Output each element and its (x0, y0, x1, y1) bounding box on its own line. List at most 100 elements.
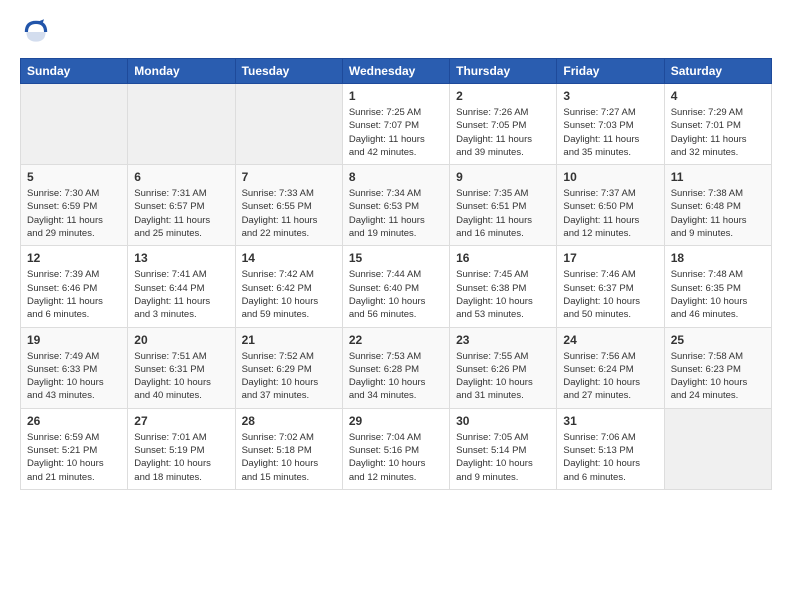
day-number: 11 (671, 170, 765, 184)
day-info: Sunrise: 7:42 AMSunset: 6:42 PMDaylight:… (242, 268, 336, 321)
day-number: 7 (242, 170, 336, 184)
calendar-cell: 15 Sunrise: 7:44 AMSunset: 6:40 PMDayligh… (342, 246, 449, 327)
day-info: Sunrise: 7:27 AMSunset: 7:03 PMDaylight:… (563, 106, 657, 159)
day-number: 17 (563, 251, 657, 265)
column-header-sunday: Sunday (21, 59, 128, 84)
calendar-cell (21, 84, 128, 165)
page: SundayMondayTuesdayWednesdayThursdayFrid… (0, 0, 792, 612)
logo (20, 16, 56, 48)
calendar-week-row: 12Sunrise: 7:39 AMSunset: 6:46 PMDayligh… (21, 246, 772, 327)
calendar-cell: 1Sunrise: 7:25 AMSunset: 7:07 PMDaylight… (342, 84, 449, 165)
calendar-cell: 7 Sunrise: 7:33 AMSunset: 6:55 PMDaylight… (235, 165, 342, 246)
day-number: 26 (27, 414, 121, 428)
calendar-cell: 30 Sunrise: 7:05 AMSunset: 5:14 PMDayligh… (450, 408, 557, 489)
calendar-cell: 31 Sunrise: 7:06 AMSunset: 5:13 PMDayligh… (557, 408, 664, 489)
day-number: 4 (671, 89, 765, 103)
calendar-cell: 28Sunrise: 7:02 AMSunset: 5:18 PMDayligh… (235, 408, 342, 489)
day-number: 14 (242, 251, 336, 265)
calendar-week-row: 26Sunrise: 6:59 AMSunset: 5:21 PMDayligh… (21, 408, 772, 489)
day-info: Sunrise: 7:41 AMSunset: 6:44 PMDaylight:… (134, 268, 228, 321)
calendar-cell: 11 Sunrise: 7:38 AMSunset: 6:48 PMDayligh… (664, 165, 771, 246)
calendar-cell: 8 Sunrise: 7:34 AMSunset: 6:53 PMDaylight… (342, 165, 449, 246)
calendar-cell: 4 Sunrise: 7:29 AMSunset: 7:01 PMDaylight… (664, 84, 771, 165)
header (20, 16, 772, 48)
calendar-cell: 22 Sunrise: 7:53 AMSunset: 6:28 PMDayligh… (342, 327, 449, 408)
day-number: 10 (563, 170, 657, 184)
day-info: Sunrise: 7:02 AMSunset: 5:18 PMDaylight:… (242, 431, 336, 484)
day-number: 8 (349, 170, 443, 184)
calendar-cell: 5 Sunrise: 7:30 AMSunset: 6:59 PMDaylight… (21, 165, 128, 246)
day-info: Sunrise: 7:53 AMSunset: 6:28 PMDaylight:… (349, 350, 443, 403)
calendar-cell: 24 Sunrise: 7:56 AMSunset: 6:24 PMDayligh… (557, 327, 664, 408)
day-number: 16 (456, 251, 550, 265)
calendar-cell (235, 84, 342, 165)
column-header-monday: Monday (128, 59, 235, 84)
day-number: 15 (349, 251, 443, 265)
calendar-cell: 6Sunrise: 7:31 AMSunset: 6:57 PMDaylight… (128, 165, 235, 246)
day-number: 5 (27, 170, 121, 184)
day-number: 30 (456, 414, 550, 428)
calendar-cell: 23 Sunrise: 7:55 AMSunset: 6:26 PMDayligh… (450, 327, 557, 408)
day-number: 13 (134, 251, 228, 265)
day-info: Sunrise: 7:04 AMSunset: 5:16 PMDaylight:… (349, 431, 443, 484)
day-number: 3 (563, 89, 657, 103)
day-info: Sunrise: 7:45 AMSunset: 6:38 PMDaylight:… (456, 268, 550, 321)
column-header-friday: Friday (557, 59, 664, 84)
calendar-cell: 26Sunrise: 6:59 AMSunset: 5:21 PMDayligh… (21, 408, 128, 489)
calendar-cell: 25 Sunrise: 7:58 AMSunset: 6:23 PMDayligh… (664, 327, 771, 408)
day-info: Sunrise: 7:30 AMSunset: 6:59 PMDaylight:… (27, 187, 121, 240)
calendar-cell: 17 Sunrise: 7:46 AMSunset: 6:37 PMDayligh… (557, 246, 664, 327)
day-info: Sunrise: 7:38 AMSunset: 6:48 PMDaylight:… (671, 187, 765, 240)
day-info: Sunrise: 7:52 AMSunset: 6:29 PMDaylight:… (242, 350, 336, 403)
day-number: 25 (671, 333, 765, 347)
day-info: Sunrise: 7:51 AMSunset: 6:31 PMDaylight:… (134, 350, 228, 403)
calendar-cell: 9 Sunrise: 7:35 AMSunset: 6:51 PMDaylight… (450, 165, 557, 246)
column-header-saturday: Saturday (664, 59, 771, 84)
calendar-week-row: 5 Sunrise: 7:30 AMSunset: 6:59 PMDaylight… (21, 165, 772, 246)
day-info: Sunrise: 7:34 AMSunset: 6:53 PMDaylight:… (349, 187, 443, 240)
column-header-tuesday: Tuesday (235, 59, 342, 84)
calendar-cell: 13 Sunrise: 7:41 AMSunset: 6:44 PMDayligh… (128, 246, 235, 327)
day-info: Sunrise: 7:35 AMSunset: 6:51 PMDaylight:… (456, 187, 550, 240)
day-number: 24 (563, 333, 657, 347)
calendar-cell: 19 Sunrise: 7:49 AMSunset: 6:33 PMDayligh… (21, 327, 128, 408)
day-info: Sunrise: 7:58 AMSunset: 6:23 PMDaylight:… (671, 350, 765, 403)
calendar-week-row: 19 Sunrise: 7:49 AMSunset: 6:33 PMDayligh… (21, 327, 772, 408)
day-number: 9 (456, 170, 550, 184)
day-number: 19 (27, 333, 121, 347)
day-info: Sunrise: 7:55 AMSunset: 6:26 PMDaylight:… (456, 350, 550, 403)
calendar-header-row: SundayMondayTuesdayWednesdayThursdayFrid… (21, 59, 772, 84)
logo-icon (20, 16, 52, 48)
day-info: Sunrise: 7:29 AMSunset: 7:01 PMDaylight:… (671, 106, 765, 159)
day-info: Sunrise: 7:05 AMSunset: 5:14 PMDaylight:… (456, 431, 550, 484)
day-info: Sunrise: 7:56 AMSunset: 6:24 PMDaylight:… (563, 350, 657, 403)
day-number: 23 (456, 333, 550, 347)
day-info: Sunrise: 7:44 AMSunset: 6:40 PMDaylight:… (349, 268, 443, 321)
calendar-cell: 29Sunrise: 7:04 AMSunset: 5:16 PMDayligh… (342, 408, 449, 489)
calendar: SundayMondayTuesdayWednesdayThursdayFrid… (20, 58, 772, 490)
day-info: Sunrise: 7:37 AMSunset: 6:50 PMDaylight:… (563, 187, 657, 240)
day-number: 1 (349, 89, 443, 103)
day-info: Sunrise: 7:33 AMSunset: 6:55 PMDaylight:… (242, 187, 336, 240)
day-info: Sunrise: 7:39 AMSunset: 6:46 PMDaylight:… (27, 268, 121, 321)
day-number: 31 (563, 414, 657, 428)
calendar-cell: 14 Sunrise: 7:42 AMSunset: 6:42 PMDayligh… (235, 246, 342, 327)
calendar-cell: 27Sunrise: 7:01 AMSunset: 5:19 PMDayligh… (128, 408, 235, 489)
day-info: Sunrise: 7:31 AMSunset: 6:57 PMDaylight:… (134, 187, 228, 240)
calendar-cell (664, 408, 771, 489)
day-number: 22 (349, 333, 443, 347)
calendar-cell: 10 Sunrise: 7:37 AMSunset: 6:50 PMDayligh… (557, 165, 664, 246)
day-number: 18 (671, 251, 765, 265)
calendar-cell: 12Sunrise: 7:39 AMSunset: 6:46 PMDayligh… (21, 246, 128, 327)
day-info: Sunrise: 7:46 AMSunset: 6:37 PMDaylight:… (563, 268, 657, 321)
day-info: Sunrise: 7:06 AMSunset: 5:13 PMDaylight:… (563, 431, 657, 484)
calendar-cell: 18Sunrise: 7:48 AMSunset: 6:35 PMDayligh… (664, 246, 771, 327)
day-info: Sunrise: 7:01 AMSunset: 5:19 PMDaylight:… (134, 431, 228, 484)
day-number: 21 (242, 333, 336, 347)
column-header-wednesday: Wednesday (342, 59, 449, 84)
calendar-week-row: 1Sunrise: 7:25 AMSunset: 7:07 PMDaylight… (21, 84, 772, 165)
day-info: Sunrise: 7:49 AMSunset: 6:33 PMDaylight:… (27, 350, 121, 403)
column-header-thursday: Thursday (450, 59, 557, 84)
day-info: Sunrise: 7:26 AMSunset: 7:05 PMDaylight:… (456, 106, 550, 159)
calendar-cell: 16 Sunrise: 7:45 AMSunset: 6:38 PMDayligh… (450, 246, 557, 327)
